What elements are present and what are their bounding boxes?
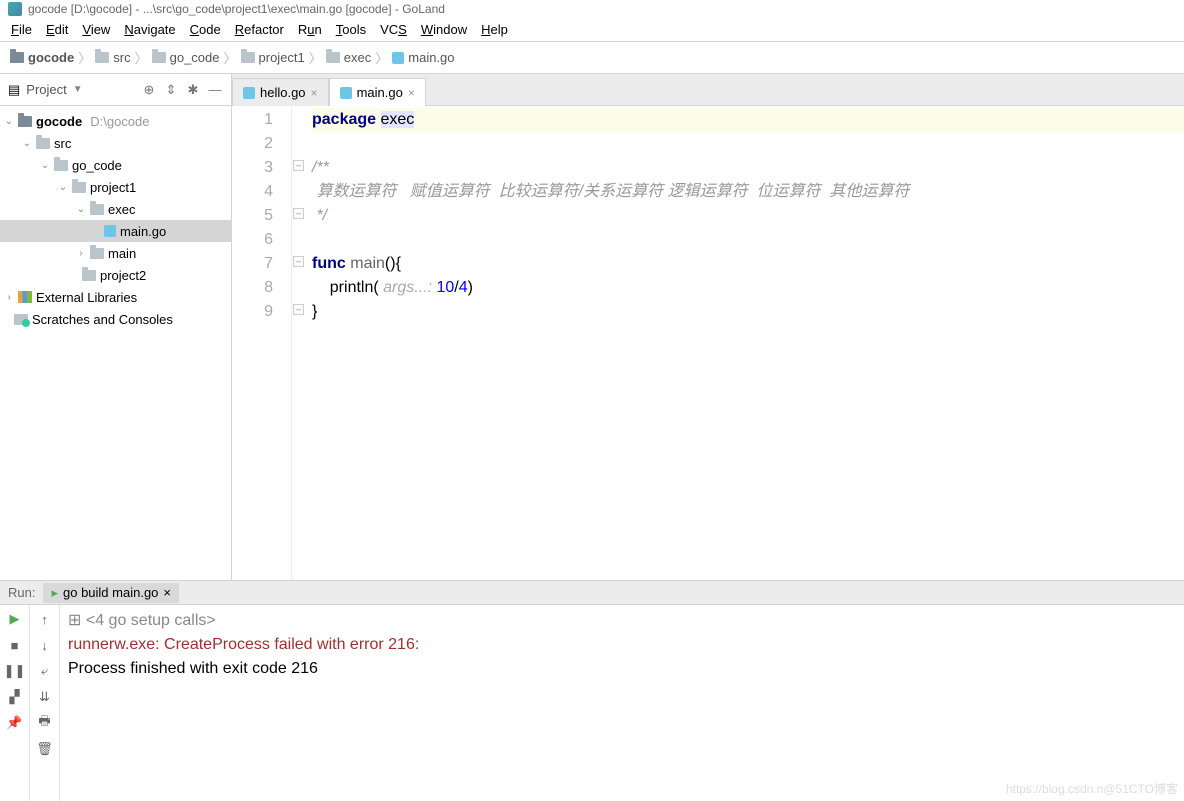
go-file-icon: [340, 87, 352, 99]
console-line: Process finished with exit code 216: [68, 657, 1176, 681]
project-tree: ⌄gocodeD:\gocode ⌄src ⌄go_code ⌄project1…: [0, 106, 231, 580]
fold-icon[interactable]: –: [293, 160, 304, 171]
go-file-icon: [104, 225, 116, 237]
menu-bar: File Edit View Navigate Code Refactor Ru…: [0, 18, 1184, 42]
menu-tools[interactable]: Tools: [329, 20, 373, 39]
run-label: Run:: [8, 585, 35, 600]
folder-icon: [10, 52, 24, 63]
menu-edit[interactable]: Edit: [39, 20, 75, 39]
chevron-down-icon[interactable]: ▼: [73, 84, 83, 95]
console-error-line: runnerw.exe: CreateProcess failed with e…: [68, 633, 1176, 657]
project-header: ▤ Project ▼ ⊕ ⇕ ✱ —: [0, 74, 231, 106]
run-header: Run: ▸go build main.go×: [0, 581, 1184, 605]
menu-refactor[interactable]: Refactor: [228, 20, 291, 39]
up-icon[interactable]: ↑: [37, 611, 53, 627]
target-icon[interactable]: ⊕: [141, 82, 157, 98]
run-config-tab[interactable]: ▸go build main.go×: [43, 583, 179, 603]
fold-column: – – – –: [292, 106, 306, 580]
run-icon: ▸: [51, 585, 58, 601]
menu-navigate[interactable]: Navigate: [117, 20, 182, 39]
console-folded-line[interactable]: <4 go setup calls>: [68, 609, 1176, 633]
tree-main-go[interactable]: main.go: [0, 220, 231, 242]
print-icon[interactable]: 🖶: [37, 715, 53, 731]
folder-icon: [152, 52, 166, 63]
tree-go-code[interactable]: ⌄go_code: [0, 154, 231, 176]
close-icon[interactable]: ×: [311, 86, 318, 100]
run-panel: Run: ▸go build main.go× ▶ ■ ❚❚ ▞ 📌 ↑ ↓ ⤶…: [0, 580, 1184, 801]
wrap-icon[interactable]: ⤶: [37, 663, 53, 679]
libraries-icon: [18, 291, 32, 303]
console-output[interactable]: <4 go setup calls> runnerw.exe: CreatePr…: [60, 605, 1184, 801]
pin-icon[interactable]: 📌: [7, 715, 23, 731]
code-editor[interactable]: 1 2 3 4 5 6 7 8 9 – – – – package exec /…: [232, 106, 1184, 580]
app-icon: [8, 2, 22, 16]
crumb-gocode[interactable]: gocode: [10, 50, 74, 65]
rerun-icon[interactable]: ▶: [7, 611, 23, 627]
go-file-icon: [392, 52, 404, 64]
fold-icon[interactable]: –: [293, 208, 304, 219]
tree-project2[interactable]: ›project2: [0, 264, 231, 286]
trash-icon[interactable]: 🗑: [37, 741, 53, 757]
hide-icon[interactable]: —: [207, 82, 223, 98]
project-sidebar: ▤ Project ▼ ⊕ ⇕ ✱ — ⌄gocodeD:\gocode ⌄sr…: [0, 74, 232, 580]
breadcrumb: gocode〉 src〉 go_code〉 project1〉 exec〉 ma…: [0, 42, 1184, 74]
crumb-project1[interactable]: project1: [241, 50, 305, 65]
menu-window[interactable]: Window: [414, 20, 474, 39]
folder-icon: [54, 160, 68, 171]
folder-icon: [82, 270, 96, 281]
tree-main[interactable]: ›main: [0, 242, 231, 264]
fold-icon[interactable]: –: [293, 304, 304, 315]
menu-file[interactable]: File: [4, 20, 39, 39]
tree-scratches[interactable]: Scratches and Consoles: [0, 308, 231, 330]
window-title: gocode [D:\gocode] - ...\src\go_code\pro…: [28, 2, 445, 16]
stop-icon[interactable]: ■: [7, 637, 23, 653]
collapse-icon[interactable]: ⇕: [163, 82, 179, 98]
run-toolbar-left: ▶ ■ ❚❚ ▞ 📌: [0, 605, 30, 801]
folder-icon: [90, 248, 104, 259]
project-tool-icon: ▤: [8, 82, 20, 98]
menu-view[interactable]: View: [75, 20, 117, 39]
crumb-main-go[interactable]: main.go: [392, 50, 454, 65]
watermark: https://blog.csdn.n@51CTO博客: [1006, 780, 1178, 797]
layout-icon[interactable]: ▞: [7, 689, 23, 705]
tree-src[interactable]: ⌄src: [0, 132, 231, 154]
menu-help[interactable]: Help: [474, 20, 515, 39]
tree-exec[interactable]: ⌄exec: [0, 198, 231, 220]
folder-icon: [72, 182, 86, 193]
code-body[interactable]: package exec /** 算数运算符 赋值运算符 比较运算符/关系运算符…: [306, 106, 1184, 580]
menu-code[interactable]: Code: [183, 20, 228, 39]
go-file-icon: [243, 87, 255, 99]
run-toolbar-right: ↑ ↓ ⤶ ⇊ 🖶 🗑: [30, 605, 60, 801]
pause-icon[interactable]: ❚❚: [7, 663, 23, 679]
down-icon[interactable]: ↓: [37, 637, 53, 653]
menu-vcs[interactable]: VCS: [373, 20, 414, 39]
close-icon[interactable]: ×: [408, 86, 415, 100]
gutter: 1 2 3 4 5 6 7 8 9: [232, 106, 292, 580]
crumb-go-code[interactable]: go_code: [152, 50, 220, 65]
folder-icon: [95, 52, 109, 63]
folder-icon: [241, 52, 255, 63]
gear-icon[interactable]: ✱: [185, 82, 201, 98]
crumb-src[interactable]: src: [95, 50, 130, 65]
menu-run[interactable]: Run: [291, 20, 329, 39]
tree-external-libs[interactable]: ›External Libraries: [0, 286, 231, 308]
crumb-exec[interactable]: exec: [326, 50, 371, 65]
folder-icon: [90, 204, 104, 215]
tree-project1[interactable]: ⌄project1: [0, 176, 231, 198]
folder-icon: [18, 116, 32, 127]
editor-area: hello.go× main.go× 1 2 3 4 5 6 7 8 9 – –…: [232, 74, 1184, 580]
scratches-icon: [14, 314, 28, 325]
fold-icon[interactable]: –: [293, 256, 304, 267]
title-bar: gocode [D:\gocode] - ...\src\go_code\pro…: [0, 0, 1184, 18]
tab-main-go[interactable]: main.go×: [329, 78, 426, 106]
tab-hello-go[interactable]: hello.go×: [232, 78, 329, 106]
scroll-icon[interactable]: ⇊: [37, 689, 53, 705]
folder-icon: [36, 138, 50, 149]
close-icon[interactable]: ×: [163, 585, 171, 600]
editor-tabs: hello.go× main.go×: [232, 74, 1184, 106]
project-title[interactable]: Project: [26, 82, 66, 97]
tree-root[interactable]: ⌄gocodeD:\gocode: [0, 110, 231, 132]
folder-icon: [326, 52, 340, 63]
